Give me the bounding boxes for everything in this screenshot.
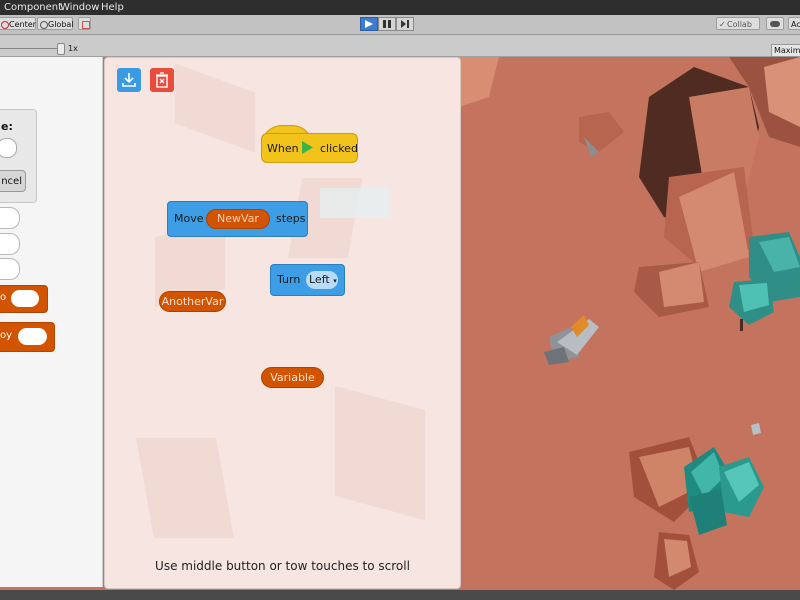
pivot-global-label: Global bbox=[48, 20, 74, 29]
pivot-global-button[interactable]: Global bbox=[37, 17, 74, 30]
cloud-button[interactable] bbox=[766, 17, 784, 30]
custom-tool-button[interactable] bbox=[78, 17, 91, 30]
green-flag-icon bbox=[302, 141, 313, 154]
value-input-1[interactable] bbox=[0, 207, 20, 229]
dialog-title: e: bbox=[1, 120, 13, 133]
play-button[interactable] bbox=[360, 17, 378, 31]
pause-button[interactable] bbox=[378, 17, 396, 31]
background-shape bbox=[175, 63, 255, 153]
value-input-3[interactable] bbox=[0, 258, 20, 280]
pivot-center-button[interactable]: Center bbox=[0, 17, 36, 30]
clicked-label: clicked bbox=[320, 142, 358, 155]
turn-label: Turn bbox=[277, 273, 301, 286]
trash-icon bbox=[156, 72, 168, 88]
terrain-scene bbox=[459, 57, 800, 590]
tool-icon bbox=[82, 21, 90, 29]
toolbar: Center Global ✓ Collab ▾ Ac bbox=[0, 15, 800, 42]
save-button[interactable] bbox=[117, 68, 141, 92]
dialog-name-input[interactable] bbox=[0, 138, 17, 158]
variable-block[interactable]: Variable bbox=[261, 367, 324, 388]
account-label: Ac bbox=[791, 20, 800, 29]
variable-change-block[interactable]: oy bbox=[0, 322, 55, 352]
background-shape bbox=[136, 438, 234, 538]
pivot-center-label: Center bbox=[9, 20, 36, 29]
direction-value: Left bbox=[309, 273, 330, 286]
menu-bar: Component Window Help bbox=[0, 0, 800, 15]
collab-button[interactable]: ✓ Collab ▾ bbox=[716, 17, 760, 42]
game-viewport: e: ncel o oy When clicked Move NewVar st… bbox=[0, 57, 800, 590]
check-icon: ✓ bbox=[719, 20, 726, 29]
menu-help[interactable]: Help bbox=[101, 1, 124, 14]
turn-block[interactable]: Turn Left ▾ bbox=[270, 264, 345, 296]
game-view-header: 1x Maximiz bbox=[0, 35, 800, 57]
scale-slider-handle[interactable] bbox=[57, 43, 65, 55]
steps-label: steps bbox=[276, 212, 306, 225]
download-icon bbox=[122, 73, 136, 87]
menu-component[interactable]: Component bbox=[4, 1, 62, 14]
variable-set-block[interactable]: o bbox=[0, 285, 48, 313]
scale-label: 1x bbox=[68, 44, 78, 53]
cancel-button[interactable]: ncel bbox=[0, 170, 26, 192]
step-icon bbox=[401, 20, 409, 28]
account-button[interactable]: Ac bbox=[788, 17, 800, 30]
anothervar-block[interactable]: AnotherVar bbox=[159, 291, 226, 312]
direction-dropdown[interactable]: Left ▾ bbox=[306, 271, 338, 289]
background-shape bbox=[335, 385, 425, 521]
variable-set-input[interactable] bbox=[11, 290, 39, 307]
menu-window[interactable]: Window bbox=[60, 1, 99, 14]
move-block[interactable]: Move NewVar steps bbox=[167, 201, 308, 237]
cloud-icon bbox=[770, 21, 780, 27]
variable-change-label: oy bbox=[0, 330, 13, 341]
status-bar bbox=[0, 590, 800, 600]
left-panel: e: ncel o oy bbox=[0, 57, 103, 587]
variable-change-input[interactable] bbox=[18, 328, 47, 345]
maximize-on-play-button[interactable]: Maximiz bbox=[771, 44, 800, 57]
chevron-down-icon: ▾ bbox=[333, 277, 337, 285]
scale-slider-track[interactable] bbox=[0, 48, 60, 49]
background-shape bbox=[320, 188, 390, 218]
newvar-pill[interactable]: NewVar bbox=[206, 209, 270, 229]
pause-icon bbox=[383, 20, 391, 28]
globe-icon bbox=[40, 21, 48, 29]
rename-dialog: e: ncel bbox=[0, 109, 37, 203]
play-icon bbox=[365, 20, 373, 28]
script-workspace[interactable]: When clicked Move NewVar steps Turn Left… bbox=[104, 57, 461, 589]
scroll-hint: Use middle button or tow touches to scro… bbox=[155, 559, 410, 573]
when-clicked-block[interactable]: When clicked bbox=[261, 125, 358, 163]
value-input-2[interactable] bbox=[0, 233, 20, 255]
step-button[interactable] bbox=[396, 17, 414, 31]
when-label: When bbox=[267, 142, 299, 155]
pivot-icon bbox=[1, 21, 9, 29]
variable-set-label: o bbox=[0, 292, 7, 303]
move-label: Move bbox=[174, 212, 204, 225]
delete-button[interactable] bbox=[150, 68, 174, 92]
